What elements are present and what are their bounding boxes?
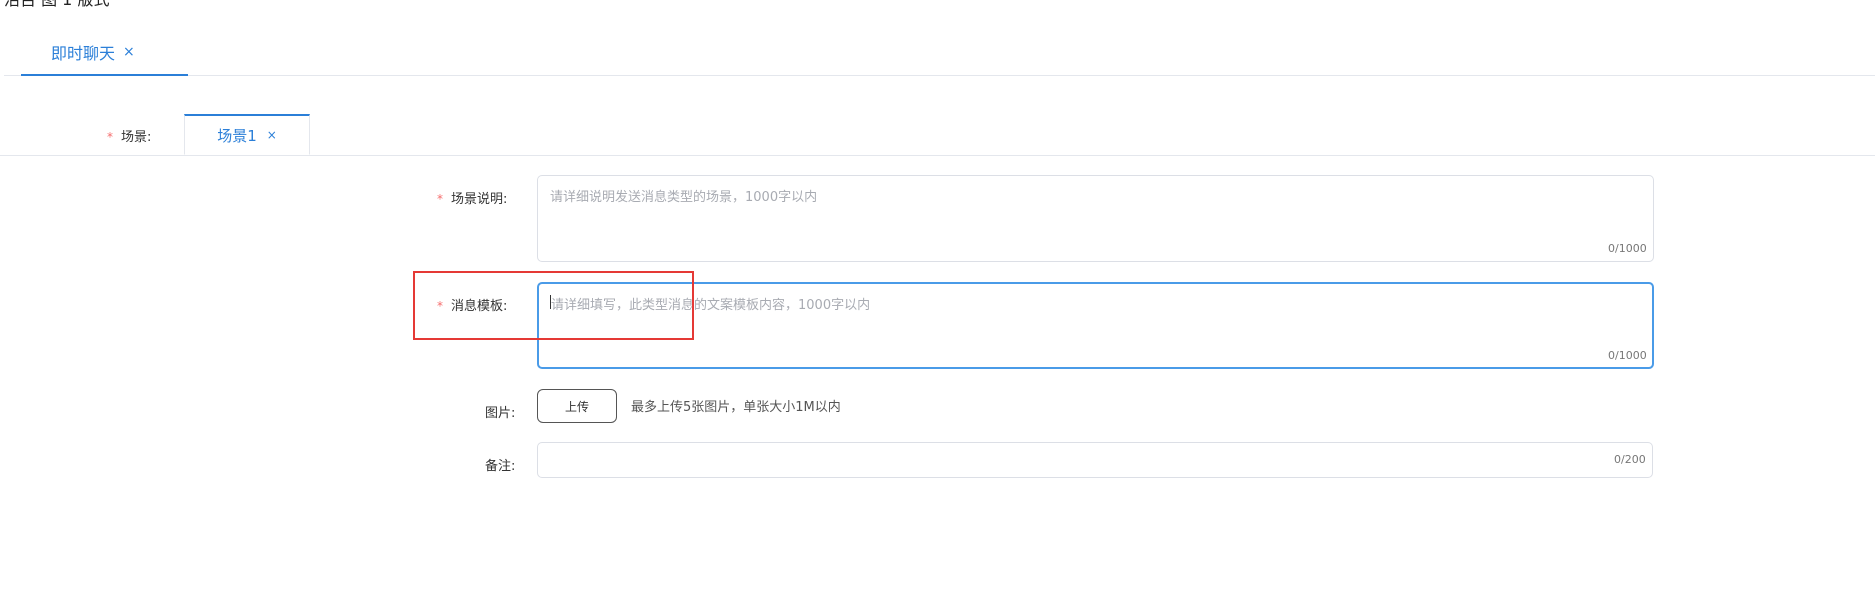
- message-template-counter: 0/1000: [1608, 349, 1647, 362]
- upload-button[interactable]: 上传: [537, 389, 617, 423]
- top-tab-bar: 即时聊天 ×: [4, 30, 1875, 76]
- message-template-label: * 消息模板:: [437, 295, 507, 314]
- message-template-textarea[interactable]: [537, 282, 1654, 369]
- close-icon[interactable]: ×: [267, 128, 277, 142]
- message-template-label-text: 消息模板:: [451, 299, 508, 314]
- note-counter: 0/200: [1614, 453, 1646, 466]
- scene-desc-label: * 场景说明:: [437, 188, 507, 207]
- scene-label-text: 场景:: [121, 130, 152, 145]
- scene-desc-label-text: 场景说明:: [451, 192, 508, 207]
- required-mark: *: [437, 299, 443, 313]
- required-mark: *: [437, 192, 443, 206]
- tab-instant-chat[interactable]: 即时聊天 ×: [21, 30, 188, 76]
- scene-tab-row: * 场景: 场景1 ×: [0, 114, 1875, 156]
- note-label: 备注:: [485, 459, 516, 474]
- scene-desc-counter: 0/1000: [1608, 242, 1647, 255]
- text-cursor: [550, 295, 551, 309]
- image-label: 图片:: [485, 406, 516, 421]
- upload-hint: 最多上传5张图片，单张大小1M以内: [631, 400, 841, 415]
- scene-desc-textarea[interactable]: [537, 175, 1654, 262]
- note-input[interactable]: [537, 442, 1653, 478]
- required-mark: *: [107, 130, 113, 144]
- page-title-cut: 活舌 图 1 版式: [4, 0, 109, 10]
- scene-label: * 场景:: [107, 126, 151, 145]
- form-page: 活舌 图 1 版式 即时聊天 × * 场景: 场景1 × * 场景说明: 0/100…: [0, 0, 1875, 597]
- tab-scene-1-label: 场景1: [217, 126, 257, 145]
- close-icon[interactable]: ×: [123, 44, 135, 60]
- tab-instant-chat-label: 即时聊天: [51, 44, 116, 63]
- tab-scene-1[interactable]: 场景1 ×: [184, 114, 310, 155]
